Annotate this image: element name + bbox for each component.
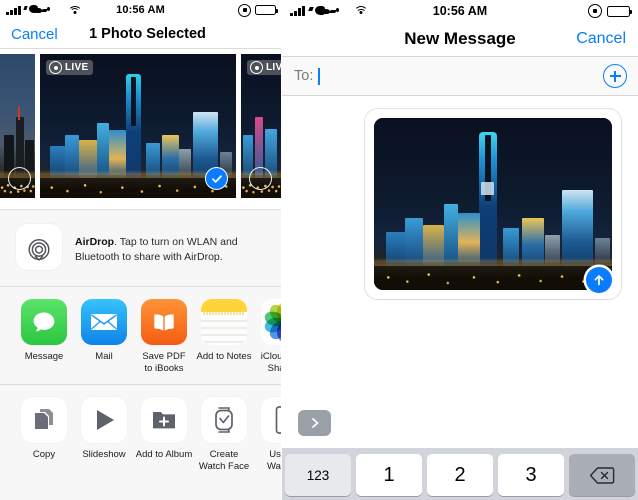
to-field-row[interactable]: To: [282, 57, 638, 96]
share-app-icloud-label: iCloud Pho Sharing [261, 351, 281, 374]
share-apps-row[interactable]: Message Mail Save PDF to iBooks Add to N… [0, 287, 281, 385]
messages-status-bar: 10:56 AM [282, 0, 638, 22]
share-app-mail[interactable]: Mail [74, 299, 134, 363]
photo-thumb-previous[interactable] [0, 54, 35, 198]
airdrop-title: AirDrop [75, 236, 115, 248]
conversation-area [282, 96, 638, 450]
to-field-caret [318, 67, 320, 85]
messages-cancel-button[interactable]: Cancel [576, 30, 626, 48]
messages-app-icon [21, 299, 67, 345]
backspace-delete-icon [589, 466, 615, 484]
photo-thumb-next[interactable]: LIVE [241, 54, 281, 198]
share-app-icloud-label-line2: Sharing [267, 362, 281, 374]
share-app-message-label: Message [24, 351, 64, 362]
screenshot-root: 10:56 AM Cancel 1 Photo Selected LIVE LI… [0, 0, 638, 500]
share-action-create-watch-face[interactable]: Create Watch Face [194, 397, 254, 472]
messages-status-right-group [588, 0, 632, 22]
share-action-copy[interactable]: Copy [14, 397, 74, 461]
live-photo-icon-next [250, 61, 263, 74]
share-app-ibooks[interactable]: Save PDF to iBooks [134, 299, 194, 374]
messages-status-time: 10:56 AM [432, 4, 488, 18]
notes-app-icon [201, 299, 247, 345]
share-app-mail-label: Mail [95, 351, 113, 362]
key-backspace[interactable] [569, 454, 635, 496]
photo-thumb-selected[interactable]: LIVE [40, 54, 236, 198]
share-sheet-navbar: Cancel 1 Photo Selected [0, 20, 281, 49]
messages-status-center-group: 10:56 AM [282, 0, 638, 22]
share-app-icloud-label-line1: iCloud Pho [260, 351, 281, 362]
photo-select-circle-next[interactable] [249, 167, 272, 190]
watch-face-icon [201, 397, 247, 443]
status-bar-time: 10:56 AM [116, 4, 165, 16]
live-photo-label: LIVE [65, 62, 89, 73]
airdrop-row[interactable]: AirDrop. Tap to turn on WLAN and Bluetoo… [0, 210, 281, 287]
key-1[interactable]: 1 [356, 454, 422, 496]
share-action-use-as-wallpaper[interactable]: Use as Wallpap [254, 397, 281, 472]
share-action-add-to-album-label: Add to Album [135, 449, 193, 460]
ibooks-app-icon [141, 299, 187, 345]
share-action-add-to-album[interactable]: Add to Album [134, 397, 194, 461]
share-app-ibooks-label-line1: Save PDF [142, 351, 186, 362]
share-action-watch-face-label: Create Watch Face [199, 449, 249, 472]
share-sheet-panel: 10:56 AM Cancel 1 Photo Selected LIVE LI… [0, 0, 281, 500]
battery-icon [607, 5, 632, 17]
live-photo-badge-next: LIVE [247, 60, 281, 75]
share-app-ibooks-label: Save PDF to iBooks [142, 351, 185, 374]
live-photo-label-next: LIVE [266, 62, 281, 73]
key-2[interactable]: 2 [427, 454, 493, 496]
live-photo-badge: LIVE [46, 60, 94, 75]
add-to-album-icon [141, 397, 187, 443]
share-action-slideshow[interactable]: Slideshow [74, 397, 134, 461]
airdrop-icon [16, 224, 62, 270]
photos-app-icon [261, 299, 281, 345]
photo-selected-checkmark[interactable] [205, 167, 228, 190]
share-app-notes[interactable]: Add to Notes [194, 299, 254, 363]
to-field-label: To: [294, 68, 314, 84]
live-photo-icon [49, 61, 62, 74]
rotation-lock-icon [238, 3, 251, 17]
add-contact-plus-icon[interactable] [603, 64, 627, 88]
wallpaper-phone-icon [261, 397, 281, 443]
photo-attachment-bubble[interactable] [364, 108, 622, 300]
share-app-message[interactable]: Message [14, 299, 74, 363]
photo-select-circle-previous[interactable] [8, 167, 31, 190]
share-app-icloud-photo-sharing[interactable]: iCloud Pho Sharing [254, 299, 281, 374]
share-action-wallpaper-line2: Wallpap [267, 460, 281, 472]
send-arrow-up-icon[interactable] [586, 267, 612, 293]
photos-pinwheel-icon [262, 301, 281, 343]
share-action-watch-face-line1: Create [209, 449, 239, 460]
photo-thumbnail-strip[interactable]: LIVE LIVE [0, 49, 281, 210]
copy-icon [21, 397, 67, 443]
expand-chevron-right-icon[interactable] [298, 410, 331, 436]
photo-attachment-image [374, 118, 612, 290]
key-123[interactable]: 123 [285, 454, 351, 496]
share-action-watch-face-line2: Watch Face [198, 460, 250, 472]
status-bar-right-group [238, 0, 278, 20]
share-action-slideshow-label: Slideshow [82, 449, 126, 460]
key-3[interactable]: 3 [498, 454, 564, 496]
rotation-lock-icon [588, 4, 602, 18]
onscreen-keyboard[interactable]: 123 1 2 3 [282, 448, 638, 500]
share-sheet-status-bar: 10:56 AM [0, 0, 281, 20]
messages-navbar: New Message Cancel [282, 22, 638, 57]
share-sheet-title: 1 Photo Selected [89, 26, 206, 42]
share-actions-row[interactable]: Copy Slideshow Add to Album Create Watch… [0, 385, 281, 482]
share-action-copy-label: Copy [32, 449, 56, 460]
slideshow-play-icon [81, 397, 127, 443]
new-message-panel: 10:56 AM New Message Cancel To: 123 1 2 … [282, 0, 638, 500]
share-action-wallpaper-label: Use as Wallpap [267, 449, 281, 472]
share-action-wallpaper-line1: Use as [269, 449, 281, 460]
share-app-ibooks-label-line2: to iBooks [144, 362, 184, 374]
attachment-skyline-image [374, 118, 612, 290]
battery-icon [255, 5, 278, 15]
share-app-notes-label: Add to Notes [196, 351, 252, 362]
keyboard-row: 123 1 2 3 [285, 454, 635, 500]
airdrop-description: AirDrop. Tap to turn on WLAN and Bluetoo… [75, 224, 269, 265]
mail-app-icon [81, 299, 127, 345]
